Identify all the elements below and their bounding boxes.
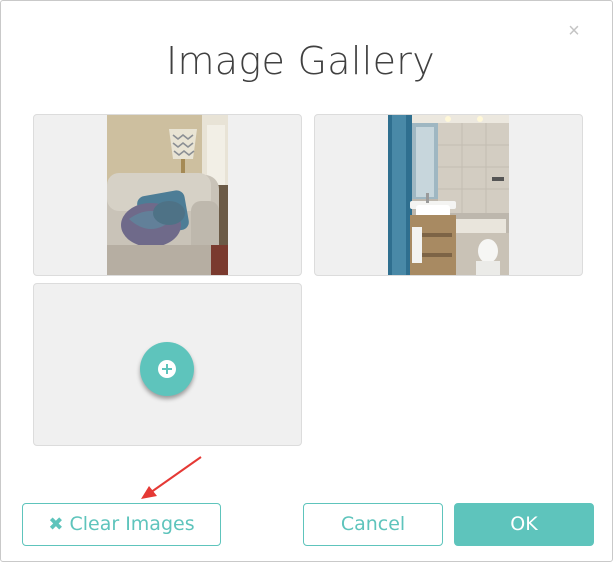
close-icon[interactable]: × [565, 21, 583, 41]
add-image-button[interactable] [140, 342, 194, 396]
ok-button[interactable]: OK [454, 503, 594, 546]
dialog-title: Image Gallery [165, 39, 435, 83]
plus-circle-icon [158, 360, 176, 378]
add-image-tile [33, 283, 302, 446]
gallery-image-tile[interactable] [33, 114, 302, 276]
image-gallery-dialog: × Image Gallery ✖ Clear Images Cancel OK [0, 0, 613, 562]
x-icon: ✖ [48, 514, 64, 535]
annotation-arrow-icon [141, 456, 202, 499]
gallery-image-tile[interactable] [314, 114, 583, 276]
clear-images-label: Clear Images [69, 513, 195, 535]
clear-images-button[interactable]: ✖ Clear Images [22, 503, 221, 546]
bathroom-photo [388, 115, 509, 275]
living-room-photo [107, 115, 228, 275]
cancel-button[interactable]: Cancel [303, 503, 443, 546]
